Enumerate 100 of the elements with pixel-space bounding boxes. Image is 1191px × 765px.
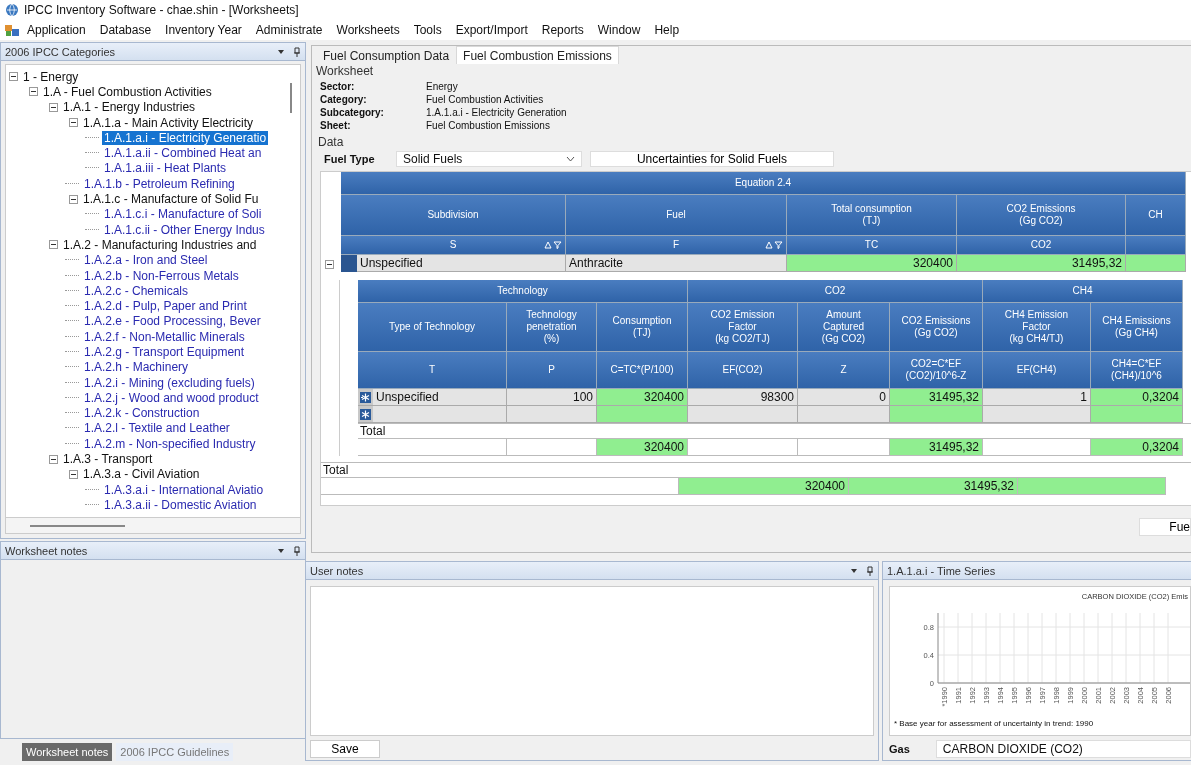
tab[interactable]: Worksheet notes <box>22 743 113 761</box>
new-row-icon[interactable] <box>360 408 371 420</box>
menu-item[interactable]: Inventory Year <box>158 21 249 39</box>
pin-icon[interactable] <box>293 46 301 57</box>
tree-item[interactable]: 1.A.2.k - Construction <box>82 406 202 421</box>
fuel-button[interactable]: Fue <box>1139 518 1191 536</box>
collapse-icon[interactable] <box>69 469 78 479</box>
tree-item[interactable]: 1.A.1.c - Manufacture of Solid Fu <box>81 192 261 206</box>
column-header[interactable]: S <box>341 236 566 255</box>
column-header: CH4 Emission Factor (kg CH4/TJ) <box>983 303 1091 352</box>
column-header: CH4=C*EF (CH4)/10^6 <box>1091 352 1183 389</box>
menu-item[interactable]: Administrate <box>248 21 330 39</box>
tree-item[interactable]: 1.A.2.m - Non-specified Industry <box>82 436 258 451</box>
tab[interactable]: Fuel Consumption Data <box>316 46 457 64</box>
table-cell: Unspecified <box>373 389 507 406</box>
edit-row-icon[interactable] <box>360 391 371 403</box>
tree-item[interactable]: 1.A.1 - Energy Industries <box>61 100 198 115</box>
table-cell: 320400 <box>597 389 688 406</box>
tree-item[interactable]: 1.A.1.a.i - Electricity Generatio <box>102 130 269 145</box>
panel-title: 1.A.1.a.i - Time Series <box>887 564 996 577</box>
dropdown-icon[interactable] <box>277 47 285 56</box>
column-header[interactable]: TC <box>787 236 957 255</box>
tree-item[interactable]: 1.A.2.e - Food Processing, Bever <box>82 314 263 329</box>
collapse-icon[interactable] <box>9 72 18 82</box>
menu-item[interactable]: Export/Import <box>448 21 535 39</box>
tree-item[interactable]: 1.A.2.g - Transport Equipment <box>82 345 247 359</box>
table-cell: 31495,32 <box>890 438 983 456</box>
group-header: CO2 <box>688 280 983 303</box>
tree-item[interactable]: 1.A.2.l - Textile and Leather <box>82 421 232 436</box>
notes-field[interactable] <box>310 586 874 736</box>
scrollbar-thumb[interactable] <box>30 524 125 527</box>
menu-item[interactable]: Window <box>590 21 648 39</box>
column-header: CH4 Emissions (Gg CH4) <box>1091 303 1183 352</box>
dropdown-icon[interactable] <box>850 566 858 575</box>
field-value: 1.A.1.a.i - Electricity Generation <box>426 107 568 120</box>
column-header[interactable]: F <box>566 236 787 255</box>
column-header[interactable]: CO2 <box>957 236 1126 255</box>
tree-item[interactable]: 1.A.1.c.i - Manufacture of Soli <box>102 207 264 222</box>
pin-icon[interactable] <box>866 565 874 576</box>
tree-item[interactable]: 1.A.1.a - Main Activity Electricity <box>81 115 256 130</box>
column-header: CO2 Emissions (Gg CO2) <box>957 195 1126 236</box>
tab[interactable]: 2006 IPCC Guidelines <box>116 743 234 761</box>
tree-item[interactable]: 1.A.2.j - Wood and wood product <box>82 390 261 405</box>
collapse-icon[interactable] <box>49 454 58 464</box>
tree-item[interactable]: 1.A.1.a.ii - Combined Heat an <box>102 146 264 161</box>
tree-item[interactable]: 1.A.3.a - Civil Aviation <box>81 467 202 482</box>
filter-icon[interactable] <box>553 241 562 249</box>
tree-item[interactable]: 1.A.3.a.i - International Aviatio <box>102 482 266 497</box>
tree-item[interactable]: 1 - Energy <box>21 69 81 84</box>
fuel-type-dropdown[interactable]: Solid Fuels <box>396 151 582 167</box>
gas-dropdown[interactable]: CARBON DIOXIDE (CO2) <box>935 740 1191 758</box>
tab[interactable]: Fuel Combustion Emissions <box>456 46 619 64</box>
field-label: Fuel Type <box>324 153 376 165</box>
tree-item[interactable]: 1.A.1.a.iii - Heat Plants <box>102 161 229 176</box>
column-header: Consumption (TJ) <box>597 303 688 352</box>
menu-item[interactable]: Tools <box>406 21 449 39</box>
scrollbar-thumb[interactable] <box>290 83 292 113</box>
table-cell: 31495,32 <box>957 255 1126 272</box>
tree-item[interactable]: 1.A.2.f - Non-Metallic Minerals <box>82 329 247 344</box>
uncertainty-button[interactable]: Uncertainties for Solid Fuels <box>590 151 834 167</box>
sort-icon[interactable] <box>765 241 773 249</box>
menu-item[interactable]: Reports <box>534 21 591 39</box>
panel-title: 2006 IPCC Categories <box>5 45 116 58</box>
column-header: Technology penetration (%) <box>507 303 597 352</box>
column-header: Amount Captured (Gg CO2) <box>798 303 890 352</box>
table-cell: 320400 <box>597 438 688 456</box>
tree-item[interactable]: 1.A - Fuel Combustion Activities <box>41 84 214 99</box>
tree-item[interactable]: 1.A.3 - Transport <box>61 452 155 467</box>
collapse-icon[interactable] <box>325 260 334 269</box>
column-header: Z <box>798 352 890 389</box>
collapse-icon[interactable] <box>69 194 78 204</box>
menu-item[interactable]: Application <box>20 21 93 39</box>
tree-item[interactable]: 1.A.1.b - Petroleum Refining <box>82 176 237 191</box>
save-button[interactable]: Save <box>310 740 380 758</box>
collapse-icon[interactable] <box>49 102 58 112</box>
filter-icon[interactable] <box>774 241 783 249</box>
app-icon[interactable] <box>4 23 20 37</box>
menu-item[interactable]: Worksheets <box>329 21 407 39</box>
table-cell: 0 <box>798 389 890 406</box>
tree-item[interactable]: 1.A.2.d - Pulp, Paper and Print <box>82 299 249 314</box>
collapse-icon[interactable] <box>29 87 38 97</box>
tree-item[interactable]: 1.A.3.a.ii - Domestic Aviation <box>102 497 259 512</box>
column-header[interactable] <box>1126 236 1186 255</box>
tree-item[interactable]: 1.A.2.c - Chemicals <box>82 283 191 298</box>
tree-item[interactable]: 1.A.2.b - Non-Ferrous Metals <box>82 268 241 283</box>
tree-item[interactable]: 1.A.2.h - Machinery <box>82 360 191 375</box>
tree-item[interactable]: 1.A.1.c.ii - Other Energy Indus <box>102 222 267 237</box>
tree-item[interactable]: 1.A.2 - Manufacturing Industries and <box>61 237 259 252</box>
scrollbar[interactable] <box>5 518 301 534</box>
table-cell: 31495,32 <box>849 477 1018 495</box>
dropdown-icon[interactable] <box>277 546 285 555</box>
menu-item[interactable]: Database <box>92 21 159 39</box>
collapse-icon[interactable] <box>49 240 58 250</box>
tree-item[interactable]: 1.A.2.a - Iron and Steel <box>82 253 210 268</box>
sort-icon[interactable] <box>544 241 552 249</box>
collapse-icon[interactable] <box>69 118 78 128</box>
pin-icon[interactable] <box>293 545 301 556</box>
tree-item[interactable]: 1.A.2.i - Mining (excluding fuels) <box>82 375 257 390</box>
menu-item[interactable]: Help <box>647 21 687 39</box>
table-cell: Unspecified <box>357 255 566 272</box>
